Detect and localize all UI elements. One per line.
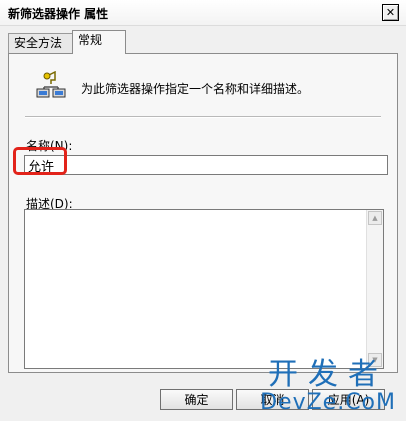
- name-label: 名称(N):: [26, 139, 73, 153]
- description-scrollbar[interactable]: ▲ ▼: [366, 210, 383, 368]
- general-tab-panel: 为此筛选器操作指定一个名称和详细描述。 名称(N): 描述(D): ▲ ▼: [8, 53, 398, 373]
- header-description: 为此筛选器操作指定一个名称和详细描述。: [81, 82, 310, 96]
- ok-button[interactable]: 确定: [160, 389, 233, 410]
- cancel-button[interactable]: 取消: [236, 389, 309, 410]
- title-bar[interactable]: 新筛选器操作 属性 ✕: [0, 0, 406, 26]
- name-input[interactable]: [24, 155, 388, 175]
- close-button[interactable]: ✕: [382, 4, 399, 21]
- tab-security-methods[interactable]: 安全方法: [8, 33, 74, 53]
- tab-general[interactable]: 常规: [72, 30, 126, 54]
- window-title: 新筛选器操作 属性: [8, 7, 109, 21]
- separator: [25, 116, 381, 118]
- description-textarea[interactable]: ▲ ▼: [24, 209, 384, 369]
- filter-action-icon: [36, 71, 66, 98]
- apply-button[interactable]: 应用(A): [312, 389, 385, 410]
- properties-dialog: 新筛选器操作 属性 ✕ 安全方法 常规 为此筛选器操作指定一个名称和详细描述。 …: [0, 0, 406, 421]
- close-icon: ✕: [385, 6, 396, 19]
- scroll-down-icon[interactable]: ▼: [368, 353, 382, 367]
- scroll-up-icon[interactable]: ▲: [368, 211, 382, 225]
